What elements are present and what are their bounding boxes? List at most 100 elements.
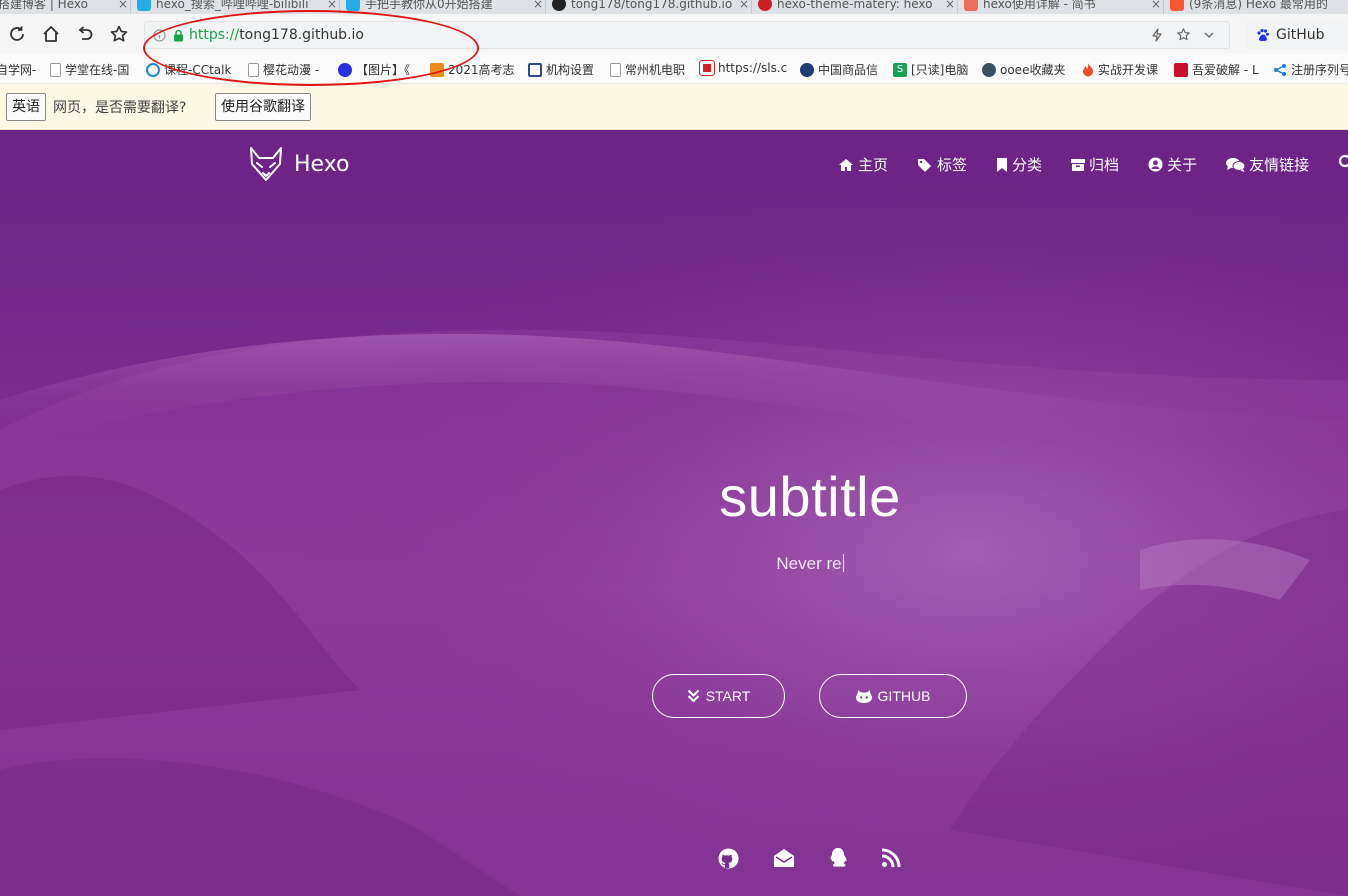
url-text[interactable]: https://tong178.github.io <box>189 27 364 43</box>
nav-archives[interactable]: 归档 <box>1071 154 1119 175</box>
reload-button[interactable] <box>5 22 29 46</box>
bookmark-label: 2021高考志 <box>448 63 515 77</box>
home-button[interactable] <box>39 22 63 46</box>
info-icon[interactable] <box>153 29 166 42</box>
bookmark-item[interactable]: 中国商品信 <box>800 61 878 78</box>
social-github[interactable] <box>716 846 740 870</box>
bookmark-item[interactable]: 樱花动漫 - <box>248 61 319 78</box>
bookmark-item[interactable]: 常州机电职 <box>610 61 685 78</box>
tab-strip: 搭建博客 | Hexo × hexo_搜索_哔哩哔哩-bilibili × 手把… <box>0 0 1348 14</box>
omnibox-actions <box>1150 27 1215 42</box>
github-alt-icon <box>855 690 872 703</box>
start-button[interactable]: START <box>652 674 785 718</box>
tab-title: hexo_搜索_哔哩哔哩-bilibili <box>156 0 309 11</box>
bookmark-item[interactable]: 吾爱破解 - L <box>1174 61 1259 78</box>
tab-tutorial[interactable]: 手把手教你从0开始搭建 × <box>340 0 546 14</box>
social-email[interactable] <box>772 846 796 870</box>
tab-hexo-blog[interactable]: 搭建博客 | Hexo × <box>0 0 131 14</box>
source-language-button[interactable]: 英语 <box>6 93 46 121</box>
bookmark-item[interactable]: 【图片】《 <box>338 61 410 78</box>
angle-double-down-icon <box>687 689 699 703</box>
bookmark-label: 自学网- <box>0 63 37 77</box>
chevron-down-icon[interactable] <box>1203 29 1215 41</box>
archive-icon <box>1071 158 1086 171</box>
browser-toolbar: https://tong178.github.io GitHub <box>0 14 1348 54</box>
bookmark-icon <box>997 157 1008 172</box>
nav-label: 主页 <box>858 156 889 174</box>
tab-bilibili[interactable]: hexo_搜索_哔哩哔哩-bilibili × <box>131 0 340 14</box>
close-icon[interactable]: × <box>1149 0 1163 12</box>
github-icon <box>718 848 738 868</box>
close-icon[interactable]: × <box>943 0 957 12</box>
close-icon[interactable]: × <box>116 0 130 12</box>
bookmark-item[interactable]: S [只读]电脑 <box>893 61 968 78</box>
site-search-button[interactable] <box>1338 154 1348 174</box>
close-icon[interactable]: × <box>737 0 751 12</box>
nav-home[interactable]: 主页 <box>838 154 888 175</box>
jianshu-icon <box>964 0 978 11</box>
search-engine-selector[interactable]: GitHub <box>1246 21 1348 49</box>
bookmark-label: [只读]电脑 <box>911 63 969 77</box>
site-brand-name: Hexo <box>294 151 350 177</box>
bookmark-item[interactable]: ooee收藏夹 <box>982 61 1065 78</box>
star-icon[interactable] <box>1176 27 1191 42</box>
nav-friends[interactable]: 友情链接 <box>1226 154 1309 175</box>
bookmark-label: 樱花动漫 - <box>263 63 320 77</box>
bookmark-item[interactable]: 2021高考志 <box>430 61 515 78</box>
bookmark-item[interactable]: https://sls.c <box>699 60 787 76</box>
favorite-button[interactable] <box>107 22 131 46</box>
baidu-paw-icon <box>1257 29 1269 41</box>
nav-about[interactable]: 关于 <box>1148 154 1197 175</box>
nav-categories[interactable]: 分类 <box>996 154 1042 175</box>
reload-icon <box>10 26 24 41</box>
lightning-icon[interactable] <box>1150 27 1164 42</box>
social-rss[interactable] <box>879 846 903 870</box>
comments-icon <box>1226 158 1246 172</box>
bookmark-label: 【图片】《 <box>356 63 411 77</box>
tab-title: hexo使用详解 - 简书 <box>983 0 1096 11</box>
site-brand[interactable]: Hexo <box>249 146 350 182</box>
bookmark-item[interactable]: 实战开发课 <box>1082 61 1158 78</box>
start-button-label: START <box>705 688 751 704</box>
sls-icon <box>699 60 715 76</box>
nav-label: 关于 <box>1167 156 1198 174</box>
bookmark-label: 吾爱破解 - L <box>1192 63 1259 77</box>
tab-title: (9条消息) Hexo 最常用的 <box>1189 0 1328 11</box>
user-circle-icon <box>1148 157 1163 172</box>
tab-title: 手把手教你从0开始搭建 <box>365 0 493 11</box>
google-translate-button[interactable]: 使用谷歌翻译 <box>215 93 311 121</box>
csdn-icon <box>1170 0 1184 11</box>
wordpress-icon <box>982 62 996 77</box>
close-icon[interactable]: × <box>531 0 545 12</box>
site-navbar: Hexo 主页 标签 分类 归档 关于 友情链接 <box>0 130 1348 200</box>
home-icon <box>839 158 853 171</box>
tab-github-repo[interactable]: tong178/tong178.github.io × <box>546 0 752 14</box>
tab-csdn[interactable]: (9条消息) Hexo 最常用的 <box>1164 0 1348 14</box>
address-bar[interactable]: https://tong178.github.io <box>144 21 1230 49</box>
rss-icon <box>881 848 901 868</box>
bookmark-item[interactable]: 课程-CCtalk <box>146 61 231 78</box>
nav-tags[interactable]: 标签 <box>917 154 967 175</box>
nav-label: 友情链接 <box>1249 156 1310 174</box>
search-engine-label: GitHub <box>1276 27 1325 43</box>
bookmark-label: 学堂在线-国 <box>65 63 130 77</box>
bookmark-item[interactable]: 注册序列号 <box>1273 61 1348 78</box>
github-icon <box>552 0 566 11</box>
qq-icon <box>830 848 847 867</box>
nav-label: 标签 <box>937 156 968 174</box>
baidu-icon <box>338 62 352 77</box>
translate-prompt: 网页，是否需要翻译? <box>53 100 187 116</box>
close-icon[interactable]: × <box>325 0 339 12</box>
undo-close-button[interactable] <box>73 22 97 46</box>
bookmark-label: 常州机电职 <box>625 63 686 77</box>
github-button[interactable]: GITHUB <box>819 674 967 718</box>
typed-subtitle: Never re <box>776 554 842 573</box>
bookmark-item[interactable]: 自学网- <box>0 61 36 78</box>
envelope-open-icon <box>774 849 794 867</box>
tab-jianshu[interactable]: hexo使用详解 - 简书 × <box>958 0 1164 14</box>
social-qq[interactable] <box>826 846 850 870</box>
tab-gitee[interactable]: hexo-theme-matery: hexo × <box>752 0 958 14</box>
bookmark-item[interactable]: 学堂在线-国 <box>50 61 129 78</box>
globe-icon <box>800 62 814 77</box>
bookmark-item[interactable]: 机构设置 <box>528 61 594 78</box>
